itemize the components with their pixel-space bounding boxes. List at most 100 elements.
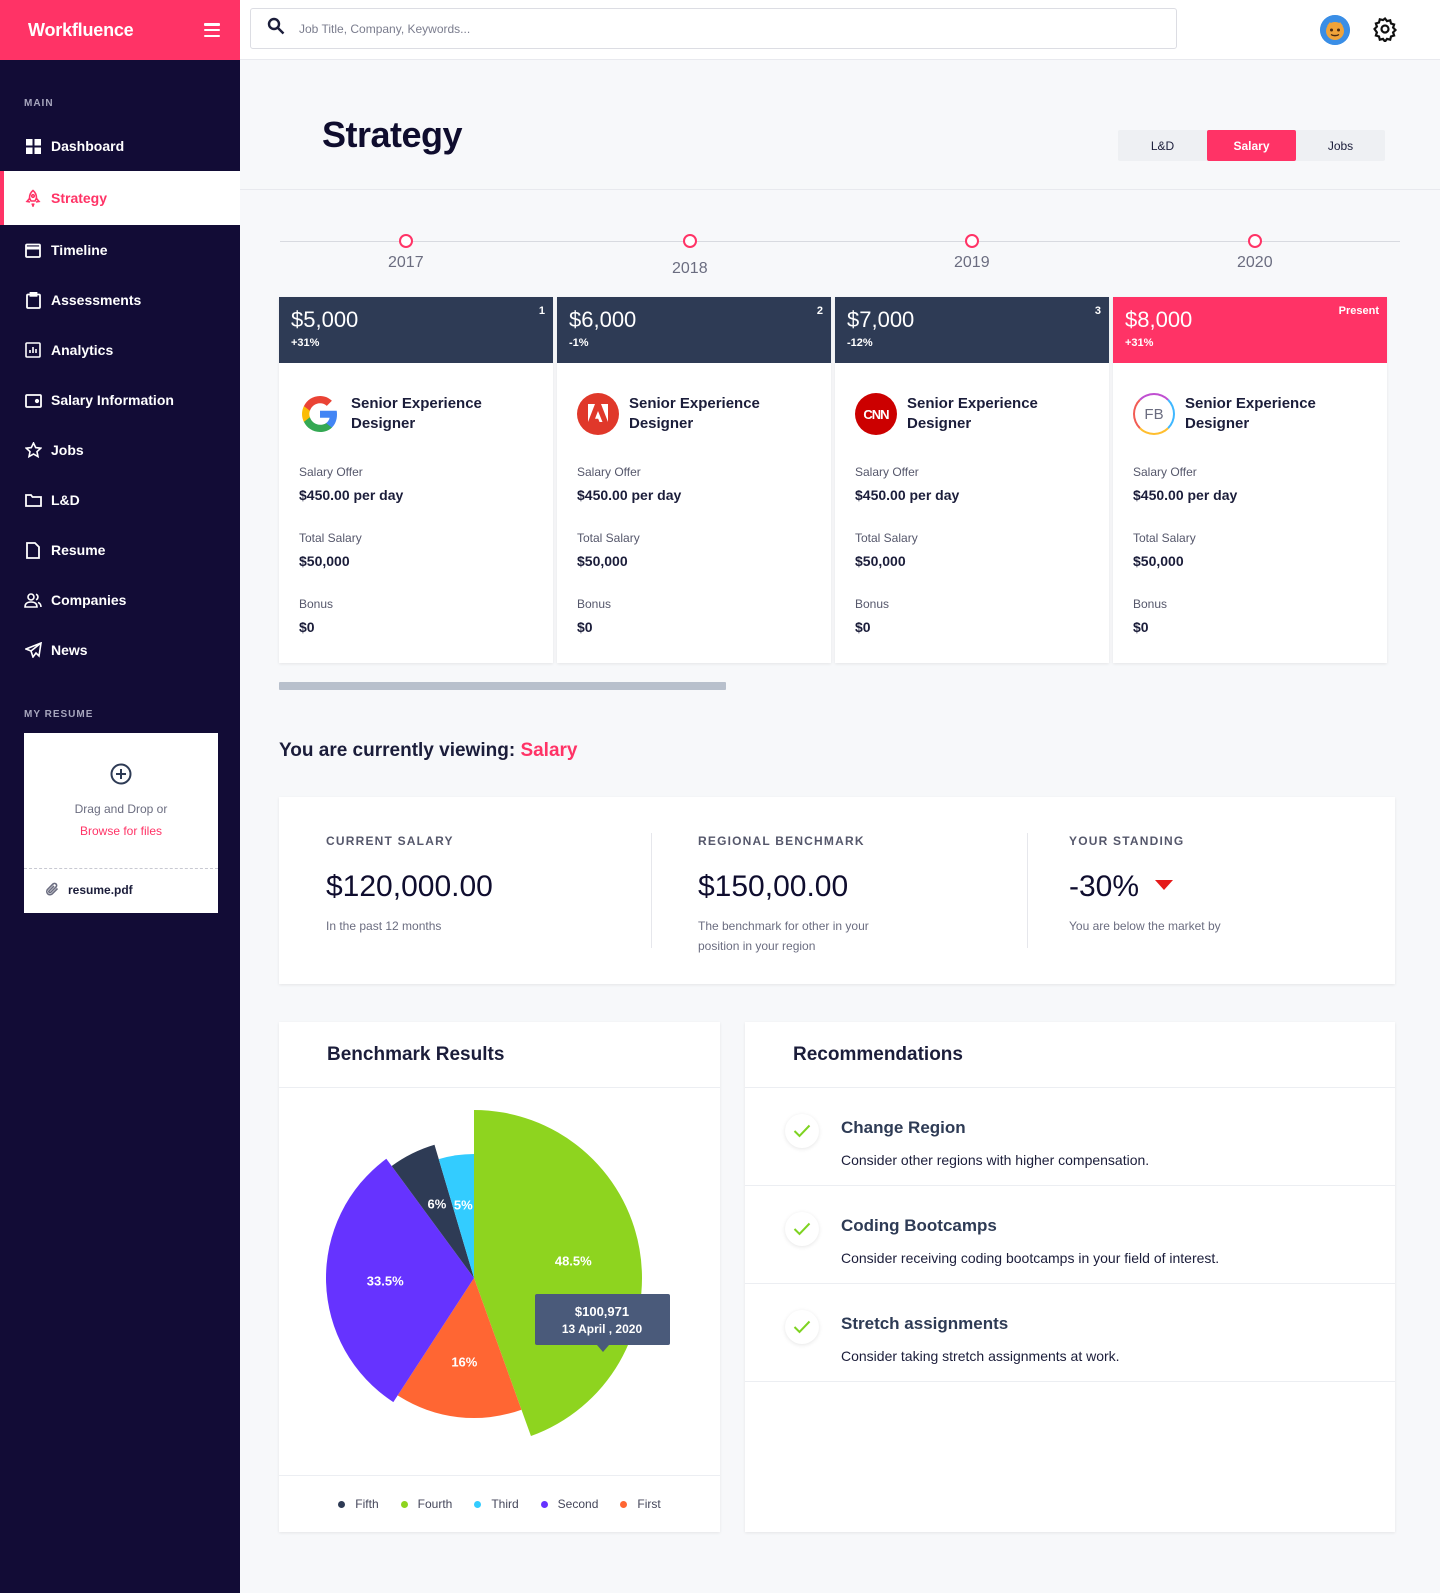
bonus-label: Bonus — [299, 597, 334, 611]
stat-value-text: $120,000.00 — [326, 870, 493, 903]
sidebar-item-news[interactable]: News — [0, 625, 240, 675]
stat-value: -30% — [1069, 870, 1259, 904]
divider — [651, 833, 652, 948]
stat-your-standing: YOUR STANDING -30% You are below the mar… — [1069, 834, 1259, 936]
legend-dot — [540, 1500, 548, 1508]
horizontal-scrollbar[interactable] — [279, 682, 726, 690]
sidebar-item-resume[interactable]: Resume — [0, 525, 240, 575]
present-badge: Present — [1338, 305, 1379, 317]
benchmark-results-panel: Benchmark Results 48.5% 16% 33.5% 6% 5% $100,… — [279, 1022, 720, 1532]
salary-card-present[interactable]: $8,000 +31% Present FB Senior Experience… — [1113, 297, 1387, 663]
uploaded-file[interactable]: resume.pdf — [24, 869, 218, 911]
brand-logo[interactable]: Workfluence — [28, 20, 134, 41]
currently-viewing: You are currently viewing: Salary — [279, 740, 577, 762]
avatar[interactable] — [1320, 15, 1350, 45]
fb-logo: FB — [1133, 393, 1175, 435]
timeline-point-2018[interactable]: 2018 — [672, 230, 708, 278]
sidebar-item-timeline[interactable]: Timeline — [0, 225, 240, 275]
salary-offer-value: $450.00 per day — [577, 487, 682, 503]
recommendation-description: Consider other regions with higher compe… — [841, 1152, 1150, 1168]
legend-dot — [338, 1500, 346, 1508]
legend-item-first[interactable]: First — [620, 1497, 661, 1511]
tab-jobs[interactable]: Jobs — [1296, 130, 1385, 161]
sidebar-item-companies[interactable]: Companies — [0, 575, 240, 625]
legend-item-second[interactable]: Second — [540, 1497, 598, 1511]
bonus-label: Bonus — [1133, 597, 1168, 611]
browse-files-link[interactable]: Browse for files — [80, 824, 162, 838]
page-header: Strategy L&D Salary Jobs — [240, 60, 1440, 190]
checkmark-icon — [785, 1212, 819, 1246]
add-circle-icon[interactable] — [110, 763, 132, 790]
legend-item-fourth[interactable]: Fourth — [400, 1497, 452, 1511]
total-salary-value: $50,000 — [577, 553, 628, 569]
timeline-point-2020[interactable]: 2020 — [1237, 230, 1273, 272]
salary-card[interactable]: $7,000 -12% 3 CNN Senior Experience Desi… — [835, 297, 1109, 663]
timeline-point-2017[interactable]: 2017 — [388, 230, 424, 272]
legend-item-fifth[interactable]: Fifth — [338, 1497, 379, 1511]
folder-icon — [24, 491, 42, 509]
legend-dot — [620, 1500, 628, 1508]
total-salary-value: $50,000 — [855, 553, 906, 569]
sidebar-item-salary-information[interactable]: Salary Information — [0, 375, 240, 425]
total-salary-label: Total Salary — [299, 531, 362, 545]
legend-item-third[interactable]: Third — [474, 1497, 519, 1511]
stat-subtext: In the past 12 months — [326, 919, 442, 933]
fb-logo-text: FB — [1144, 405, 1164, 423]
legend-label: Fifth — [355, 1497, 379, 1511]
resume-upload: Drag and Drop or Browse for files resume… — [24, 733, 218, 913]
recommendation-item[interactable]: Coding Bootcamps Consider receiving codi… — [745, 1186, 1395, 1284]
tooltip-value: $100,971 — [575, 1304, 629, 1319]
tab-salary[interactable]: Salary — [1207, 130, 1296, 161]
salary-card[interactable]: $6,000 -1% 2 Senior Experience Designer … — [557, 297, 831, 663]
card-header: $6,000 -1% 2 — [557, 297, 831, 363]
recommendation-item[interactable]: Stretch assignments Consider taking stre… — [745, 1284, 1395, 1382]
card-amount: $7,000 — [847, 307, 915, 332]
recommendation-item[interactable]: Change Region Consider other regions wit… — [745, 1088, 1395, 1186]
card-change: -1% — [569, 337, 589, 349]
topbar — [240, 0, 1440, 60]
search-icon — [267, 17, 285, 40]
sidebar-item-analytics[interactable]: Analytics — [0, 325, 240, 375]
cnn-logo-text: CNN — [863, 406, 889, 422]
salary-offer-value: $450.00 per day — [855, 487, 960, 503]
salary-card[interactable]: $5,000 +31% 1 Senior Experience Designer… — [279, 297, 553, 663]
view-tabs: L&D Salary Jobs — [1118, 130, 1385, 161]
timeline-point-2019[interactable]: 2019 — [954, 230, 990, 272]
timeline-dot — [1247, 234, 1262, 248]
search-bar[interactable] — [250, 8, 1177, 49]
resume-dropzone[interactable]: Drag and Drop or Browse for files — [24, 733, 218, 869]
cnn-logo: CNN — [855, 393, 897, 435]
recommendation-title: Change Region — [841, 1118, 966, 1137]
stat-subtext: You are below the market by — [1069, 919, 1221, 933]
divider — [1027, 833, 1028, 948]
sidebar-item-label: Assessments — [51, 292, 142, 308]
dropzone-text: Drag and Drop or — [74, 802, 168, 816]
sidebar-item-ld[interactable]: L&D — [0, 475, 240, 525]
checkmark-icon — [785, 1310, 819, 1344]
sidebar-item-jobs[interactable]: Jobs — [0, 425, 240, 475]
panel-title: Benchmark Results — [279, 1022, 720, 1088]
sidebar-item-dashboard[interactable]: Dashboard — [0, 121, 240, 171]
chart-tooltip: $100,971 13 April , 2020 — [535, 1294, 670, 1352]
sidebar-item-label: Resume — [51, 542, 106, 558]
salary-offer-label: Salary Offer — [855, 465, 919, 479]
pie-slice-label: 33.5% — [367, 1274, 404, 1289]
total-salary-label: Total Salary — [577, 531, 640, 545]
adobe-logo — [577, 393, 619, 435]
timeline-dot — [398, 234, 413, 248]
sidebar-item-strategy[interactable]: Strategy — [0, 171, 240, 225]
recommendation-title: Stretch assignments — [841, 1314, 1009, 1333]
google-logo — [299, 393, 341, 435]
gear-icon[interactable] — [1372, 16, 1398, 44]
sidebar-item-assessments[interactable]: Assessments — [0, 275, 240, 325]
stat-regional-benchmark: REGIONAL BENCHMARK $150,00.00 The benchm… — [698, 834, 888, 956]
hamburger-menu-icon[interactable] — [204, 23, 220, 37]
recommendation-title: Coding Bootcamps — [841, 1216, 997, 1235]
chart-legend: Fifth Fourth Third Second First — [279, 1475, 720, 1532]
search-input[interactable] — [299, 21, 1099, 36]
legend-dot — [474, 1500, 482, 1508]
users-icon — [24, 591, 42, 609]
salary-history-cards: $5,000 +31% 1 Senior Experience Designer… — [279, 297, 1391, 663]
down-caret-icon — [1155, 880, 1174, 890]
tab-ld[interactable]: L&D — [1118, 130, 1207, 161]
